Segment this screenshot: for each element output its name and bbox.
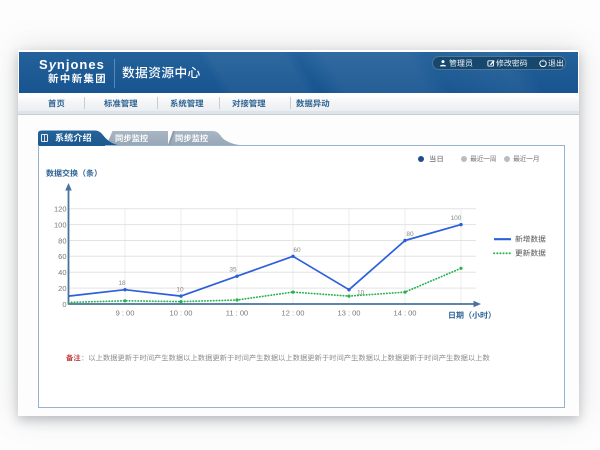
svg-text:13 : 00: 13 : 00 [338,309,361,318]
svg-text:60: 60 [58,252,66,261]
svg-text:35: 35 [229,267,237,274]
svg-text:120: 120 [54,205,67,214]
svg-text:10: 10 [357,290,365,297]
svg-text:9 : 00: 9 : 00 [116,309,135,318]
svg-text:14 : 00: 14 : 00 [394,309,417,318]
svg-text:10: 10 [176,287,184,294]
svg-text:0: 0 [62,300,66,309]
svg-text:12 : 00: 12 : 00 [282,309,305,318]
svg-text:11 : 00: 11 : 00 [226,309,248,318]
svg-text:80: 80 [406,231,414,238]
svg-text:80: 80 [58,236,66,245]
svg-text:100: 100 [54,220,67,229]
svg-text:10 : 00: 10 : 00 [170,309,193,318]
svg-text:40: 40 [58,268,66,277]
svg-text:60: 60 [293,247,301,254]
svg-text:100: 100 [451,215,462,222]
svg-text:20: 20 [58,284,66,293]
svg-text:18: 18 [118,280,126,287]
